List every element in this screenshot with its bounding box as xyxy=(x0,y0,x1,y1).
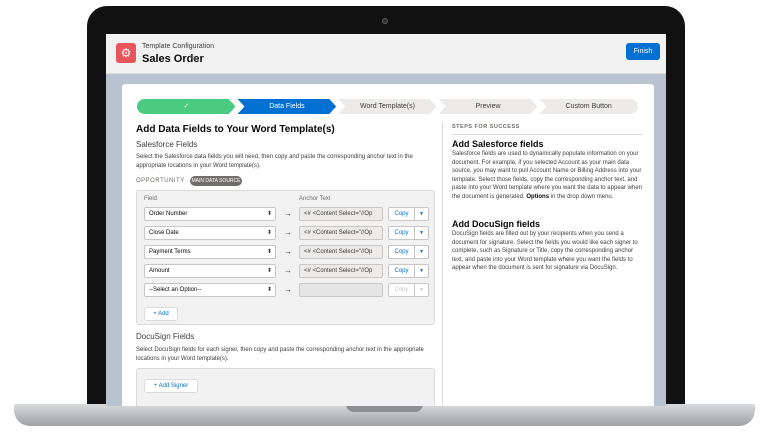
add-salesforce-text-end: in the drop down menu. xyxy=(549,193,614,200)
main-data-source-badge: MAIN DATA SOURCE xyxy=(190,176,242,186)
chevron-down-icon[interactable]: ▼ xyxy=(415,245,429,259)
arrow-right-icon: → xyxy=(284,228,292,237)
copy-button: Copy xyxy=(388,283,415,297)
add-docusign-heading: Add DocuSign fields xyxy=(452,219,541,229)
field-select-value: Amount xyxy=(149,268,170,274)
select-caret-icon: ⬍ xyxy=(266,287,272,293)
add-salesforce-text: Salesforce fields are used to dynamicall… xyxy=(452,150,642,202)
field-select[interactable]: Order Number ⬍ xyxy=(144,207,276,221)
chevron-down-icon[interactable]: ▼ xyxy=(415,226,429,240)
column-header-anchor: Anchor Text xyxy=(299,196,331,202)
select-caret-icon: ⬍ xyxy=(266,249,272,255)
section-heading: Add Data Fields to Your Word Template(s) xyxy=(136,124,335,135)
field-row: --Select an Option-- ⬍ → Copy ▼ xyxy=(144,283,434,297)
progress-path: ✓ Data Fields Word Template(s) Preview C… xyxy=(137,99,640,114)
field-row: Payment Terms ⬍ → <# <Content Select="//O… xyxy=(144,245,434,259)
docusign-fields-heading: DocuSign Fields xyxy=(136,332,195,341)
copy-button[interactable]: Copy xyxy=(388,207,415,221)
path-step-data-fields[interactable]: Data Fields xyxy=(237,99,337,114)
field-row: Amount ⬍ → <# <Content Select="//Op Copy … xyxy=(144,264,434,278)
object-label: OPPORTUNITY xyxy=(136,178,185,184)
path-step-complete[interactable]: ✓ xyxy=(137,99,236,114)
field-select[interactable]: Payment Terms ⬍ xyxy=(144,245,276,259)
config-card: ✓ Data Fields Word Template(s) Preview C… xyxy=(122,84,654,406)
docusign-fields-description: Select DocuSign fields for each signer, … xyxy=(136,347,424,362)
arrow-right-icon: → xyxy=(284,247,292,256)
path-step-custom-button[interactable]: Custom Button xyxy=(539,99,638,114)
field-row: Order Number ⬍ → <# <Content Select="//Op… xyxy=(144,207,434,221)
path-step-word-templates[interactable]: Word Template(s) xyxy=(338,99,437,114)
camera-icon xyxy=(382,18,388,24)
signer-box: + Add Signer xyxy=(136,368,435,406)
finish-button[interactable]: Finish xyxy=(626,43,660,60)
arrow-right-icon: → xyxy=(284,209,292,218)
copy-button[interactable]: Copy xyxy=(388,245,415,259)
page-header: ⚙ Template Configuration Sales Order ✎ F… xyxy=(106,34,666,74)
salesforce-fields-description: Select the Salesforce data fields you wi… xyxy=(136,154,413,169)
anchor-text-field[interactable]: <# <Content Select="//Op xyxy=(299,226,383,240)
options-emphasis: Options xyxy=(526,193,550,200)
chevron-down-icon[interactable]: ▼ xyxy=(415,264,429,278)
anchor-text-field[interactable]: <# <Content Select="//Op xyxy=(299,264,383,278)
field-select[interactable]: Amount ⬍ xyxy=(144,264,276,278)
anchor-text-field[interactable]: <# <Content Select="//Op xyxy=(299,245,383,259)
anchor-text-field[interactable]: <# <Content Select="//Op xyxy=(299,207,383,221)
page-subtitle: Template Configuration xyxy=(142,43,214,50)
chevron-down-icon[interactable]: ▼ xyxy=(415,207,429,221)
salesforce-fields-heading: Salesforce Fields xyxy=(136,140,198,149)
select-caret-icon: ⬍ xyxy=(266,268,272,274)
add-signer-button[interactable]: + Add Signer xyxy=(144,379,198,393)
column-header-field: Field xyxy=(144,196,158,202)
steps-caption: STEPS FOR SUCCESS xyxy=(452,124,520,130)
path-step-preview[interactable]: Preview xyxy=(438,99,538,114)
field-row: Close Date ⬍ → <# <Content Select="//Op C… xyxy=(144,226,434,240)
copy-button[interactable]: Copy xyxy=(388,226,415,240)
add-salesforce-heading: Add Salesforce fields xyxy=(452,139,544,149)
fields-table: Field Anchor Text Order Number ⬍ → <# <Co… xyxy=(136,190,435,325)
field-select-value: --Select an Option-- xyxy=(149,287,202,293)
field-select-value: Payment Terms xyxy=(149,249,191,255)
add-docusign-text: DocuSign fields are filled out by your r… xyxy=(452,231,638,272)
chevron-down-icon: ▼ xyxy=(415,283,429,297)
edit-pencil-icon[interactable]: ✎ xyxy=(189,53,197,64)
field-select[interactable]: --Select an Option-- ⬍ xyxy=(144,283,276,297)
anchor-text-field xyxy=(299,283,383,297)
screen: ⚙ Template Configuration Sales Order ✎ F… xyxy=(106,34,666,406)
add-salesforce-text-part: Salesforce fields are used to dynamicall… xyxy=(452,151,643,200)
field-select[interactable]: Close Date ⬍ xyxy=(144,226,276,240)
select-caret-icon: ⬍ xyxy=(266,230,272,236)
add-field-button[interactable]: + Add xyxy=(144,307,178,321)
arrow-right-icon: → xyxy=(284,285,292,294)
arrow-right-icon: → xyxy=(284,266,292,275)
copy-button[interactable]: Copy xyxy=(388,264,415,278)
select-caret-icon: ⬍ xyxy=(266,211,272,217)
divider xyxy=(452,134,642,135)
template-app-icon: ⚙ xyxy=(116,43,136,63)
field-select-value: Close Date xyxy=(149,230,179,236)
steps-for-success-panel: STEPS FOR SUCCESS Add Salesforce fields … xyxy=(442,122,642,406)
field-select-value: Order Number xyxy=(149,211,188,217)
